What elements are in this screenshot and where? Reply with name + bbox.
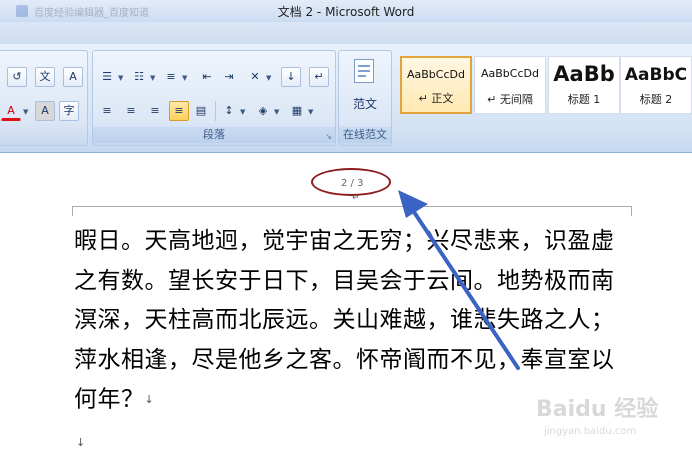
online-template-group: 范文 在线范文 [338,50,392,146]
paragraph-group-label: 段落 [93,127,335,143]
line-spacing-dropdown-icon[interactable]: ▼ [240,108,245,116]
toolbar-separator [215,101,216,121]
template-document-icon[interactable] [354,59,374,83]
style-normal-name: ↵ 正文 [418,92,454,105]
styles-gallery: AaBbCcDd ↵ 正文 AaBbCcDd ↵ 无间隔 AaBb 标题 1 A… [398,56,692,114]
online-template-group-label: 在线范文 [339,127,391,143]
bullets-icon[interactable]: ☰ [97,67,117,87]
multilevel-list-icon[interactable]: ≡ [161,67,181,87]
enclose-characters-button[interactable]: 字 [59,101,79,121]
style-normal[interactable]: AaBbCcDd ↵ 正文 [400,56,472,114]
watermark-url: jingyan.baidu.com [543,426,636,437]
chinese-layout-icon[interactable]: ✕ [245,67,265,87]
sort-icon[interactable]: ↓ [281,67,301,87]
paragraph-group: ☰ ▼ ☷ ▼ ≡ ▼ ⇤ ⇥ ✕ ▼ ↓ ↵ ≡ ≡ ≡ ≡ ▤ ↕ ▼ ◈ … [92,50,336,146]
bullets-dropdown-icon[interactable]: ▼ [118,74,123,82]
align-center-icon[interactable]: ≡ [121,101,141,121]
document-line: 暇日。天高地迥，觉宇宙之无穷；兴尽悲来，识盈虚 [74,228,615,254]
font-color-dropdown-icon[interactable]: ▼ [23,108,28,116]
shading-bucket-icon[interactable]: ◈ [253,101,273,121]
multilevel-dropdown-icon[interactable]: ▼ [182,74,187,82]
paragraph-dialog-launcher-icon[interactable]: ↘ [325,132,332,141]
style-heading-1[interactable]: AaBb 标题 1 [548,56,620,114]
window-title: 文档 2 - Microsoft Word [277,5,415,19]
chinese-layout-dropdown-icon[interactable]: ▼ [266,74,271,82]
style-normal-sample: AaBbCcDd [407,68,465,81]
borders-dropdown-icon[interactable]: ▼ [308,108,313,116]
numbering-icon[interactable]: ☷ [129,67,149,87]
font-color-button[interactable]: A [1,101,21,121]
baidu-jingyan-watermark: Baidu 经验 jingyan.baidu.com [536,396,658,437]
font-group: ↺ 文 A A ▼ A 字 [0,50,88,146]
document-line: 溟深，天柱高而北辰远。关山难越，谁悲失路之人； [74,307,615,333]
highlight-oval [311,168,391,196]
distributed-icon[interactable]: ▤ [191,101,211,121]
ribbon-tab-strip [0,22,692,44]
document-line-text: 何年？ [74,386,145,413]
style-heading-2-name: 标题 2 [639,93,673,106]
align-right-icon[interactable]: ≡ [145,101,165,121]
style-no-spacing-name: ↵ 无间隔 [487,93,533,106]
line-spacing-icon[interactable]: ↕ [219,101,239,121]
character-border-button[interactable]: A [63,67,83,87]
justify-icon[interactable]: ≡ [169,101,189,121]
decrease-indent-icon[interactable]: ⇤ [197,67,217,87]
numbering-dropdown-icon[interactable]: ▼ [150,74,155,82]
align-left-icon[interactable]: ≡ [97,101,117,121]
document-line: 萍水相逢，尽是他乡之客。怀帝阍而不见，奉宣室以 [74,346,615,373]
empty-paragraph-mark: ↓ [76,436,86,449]
document-body[interactable]: 暇日。天高地迥，觉宇宙之无穷；兴尽悲来，识盈虚 之有数。望长安于日下，目吴会于云… [74,222,634,420]
show-paragraph-marks-icon[interactable]: ↵ [309,67,329,87]
style-heading-2[interactable]: AaBbC 标题 2 [620,56,692,114]
borders-icon[interactable]: ▦ [287,101,307,121]
phonetic-guide-button[interactable]: 文 [35,67,55,87]
page-corner-right [631,206,632,216]
style-no-spacing-sample: AaBbCcDd [481,67,539,80]
online-template-button[interactable]: 范文 [339,95,391,112]
page-corner-left [72,206,73,216]
style-heading-1-sample: AaBb [553,62,615,86]
character-shading-button[interactable]: A [35,101,55,121]
paragraph-mark: ↓ [144,393,155,406]
clear-format-icon[interactable]: ↺ [7,67,27,87]
document-line: 之有数。望长安于日下，目吴会于云间。地势极而南 [74,267,615,294]
title-bar: 百度经验编辑器_百度知道 文档 2 - Microsoft Word [0,0,692,23]
watermark-brand: Baidu 经验 [536,396,658,422]
shading-dropdown-icon[interactable]: ▼ [274,108,279,116]
style-no-spacing[interactable]: AaBbCcDd ↵ 无间隔 [474,56,546,114]
increase-indent-icon[interactable]: ⇥ [219,67,239,87]
style-heading-1-name: 标题 1 [567,93,601,106]
page-top-border [72,206,632,207]
style-heading-2-sample: AaBbC [624,65,688,85]
